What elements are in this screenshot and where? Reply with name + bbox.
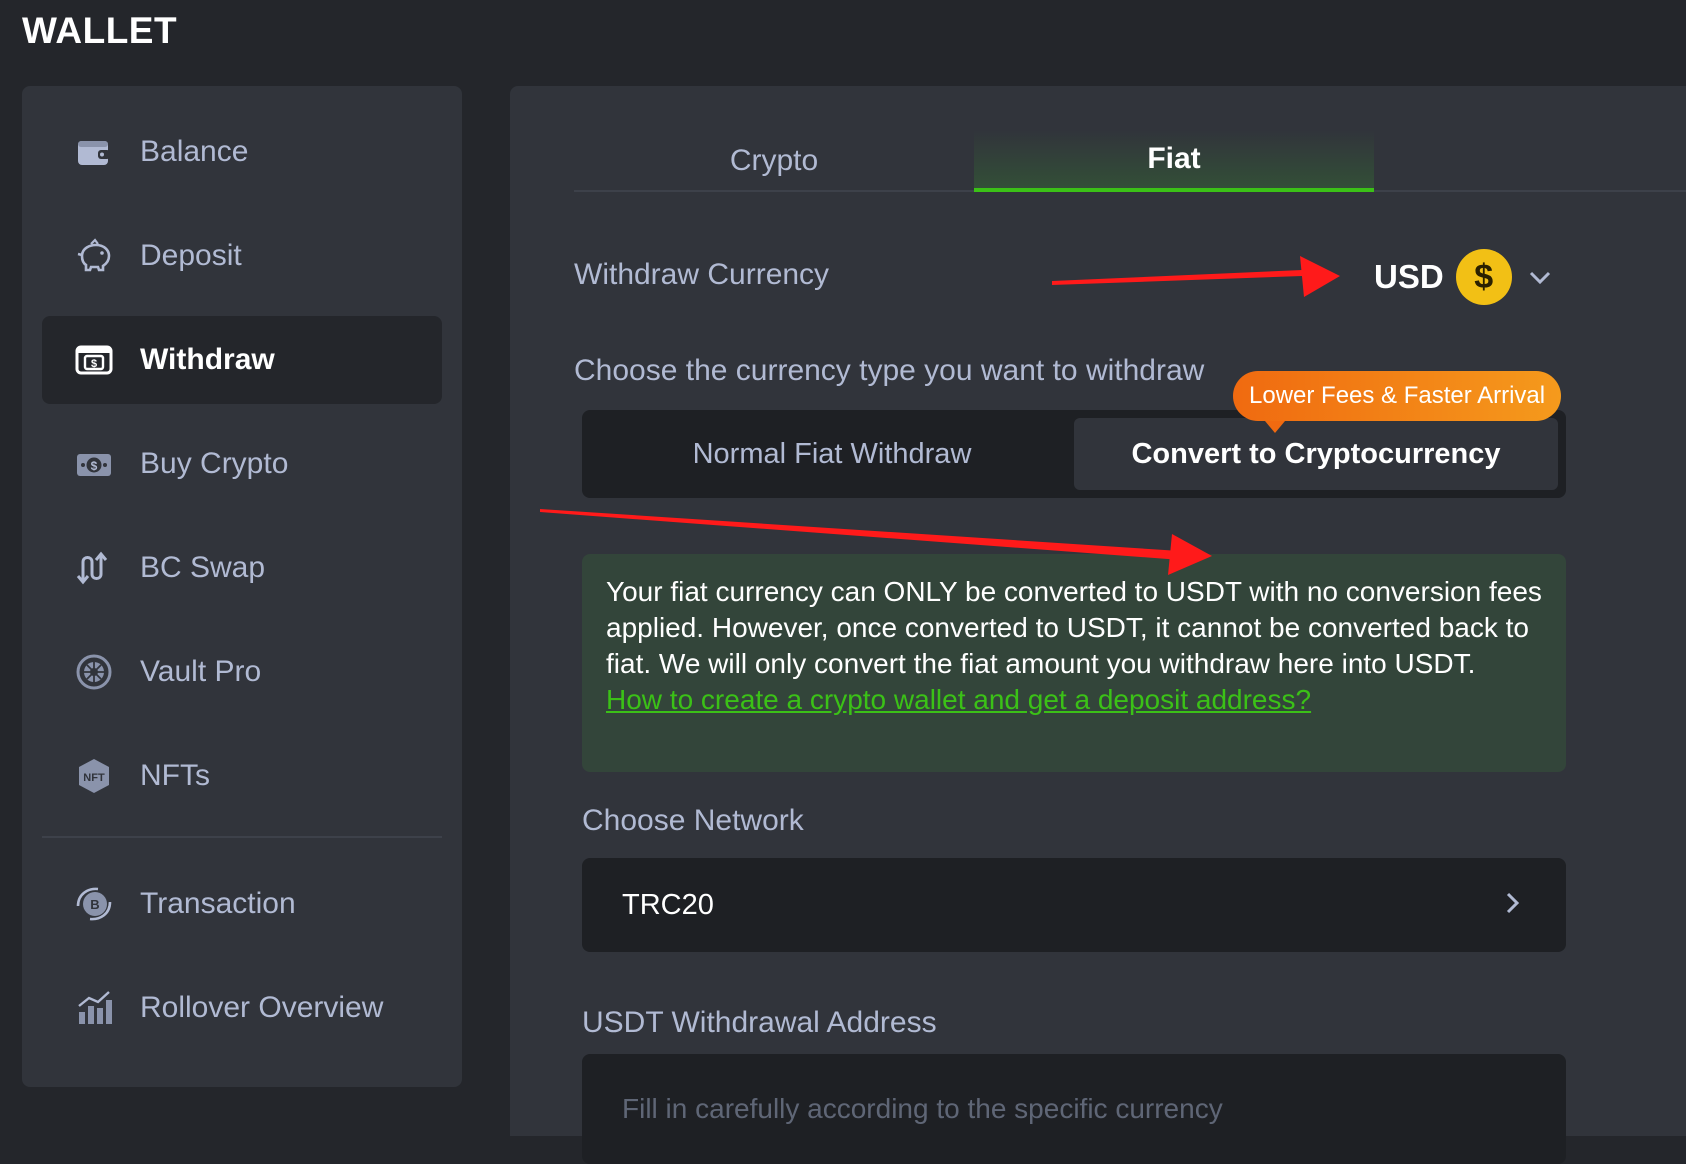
tab-crypto[interactable]: Crypto — [574, 130, 974, 192]
withdrawal-address-label: USDT Withdrawal Address — [582, 1006, 937, 1039]
banknote-icon: $ — [74, 444, 114, 484]
tab-fiat[interactable]: Fiat — [974, 130, 1374, 192]
sidebar-item-withdraw[interactable]: $ Withdraw — [42, 316, 442, 404]
svg-text:NFT: NFT — [83, 772, 105, 784]
sidebar-item-rollover-overview[interactable]: Rollover Overview — [42, 964, 442, 1052]
sidebar-item-label: Rollover Overview — [140, 991, 384, 1024]
withdrawal-address-input[interactable] — [582, 1054, 1566, 1164]
sidebar: Balance Deposit $ Withdraw $ Buy Crypto … — [22, 86, 462, 1087]
sidebar-item-label: NFTs — [140, 759, 210, 792]
bar-chart-icon — [74, 988, 114, 1028]
sidebar-item-label: Vault Pro — [140, 655, 262, 688]
withdraw-panel: Crypto Fiat Withdraw Currency USD $ Choo… — [510, 86, 1686, 1164]
conversion-info-text: Your fiat currency can ONLY be converted… — [606, 576, 1542, 679]
sidebar-item-transaction[interactable]: B Transaction — [42, 860, 442, 948]
sidebar-item-label: Transaction — [140, 887, 296, 920]
currency-type-switch: Normal Fiat Withdraw Convert to Cryptocu… — [582, 410, 1566, 498]
sidebar-item-deposit[interactable]: Deposit — [42, 212, 442, 300]
svg-text:B: B — [90, 897, 99, 912]
sidebar-item-label: Buy Crypto — [140, 447, 289, 480]
sidebar-item-buy-crypto[interactable]: $ Buy Crypto — [42, 420, 442, 508]
sidebar-item-nfts[interactable]: NFT NFTs — [42, 732, 442, 820]
normal-fiat-withdraw-option[interactable]: Normal Fiat Withdraw — [590, 418, 1074, 490]
sidebar-item-balance[interactable]: Balance — [42, 108, 442, 196]
sidebar-item-label: BC Swap — [140, 551, 266, 584]
wallet-icon — [74, 132, 114, 172]
transaction-coin-icon: B — [74, 884, 114, 924]
withdraw-currency-label: Withdraw Currency — [574, 258, 830, 291]
sidebar-divider — [42, 836, 442, 838]
network-select[interactable]: TRC20 — [582, 858, 1566, 952]
create-wallet-help-link[interactable]: How to create a crypto wallet and get a … — [606, 684, 1311, 715]
tab-bar: Crypto Fiat — [574, 130, 1686, 192]
currency-type-label: Choose the currency type you want to wit… — [574, 354, 1205, 387]
chevron-right-icon — [1498, 889, 1526, 922]
currency-dropdown[interactable]: USD $ — [1374, 248, 1554, 306]
sidebar-item-bc-swap[interactable]: BC Swap — [42, 524, 442, 612]
swap-arrows-icon — [74, 548, 114, 588]
nft-icon: NFT — [74, 756, 114, 796]
chevron-down-icon — [1526, 263, 1554, 291]
svg-text:$: $ — [91, 358, 97, 370]
cash-register-icon: $ — [74, 340, 114, 380]
svg-text:$: $ — [91, 459, 98, 473]
vault-icon — [74, 652, 114, 692]
piggy-bank-icon — [74, 236, 114, 276]
network-value: TRC20 — [622, 888, 714, 921]
sidebar-item-label: Deposit — [140, 239, 242, 272]
currency-code: USD — [1374, 258, 1444, 295]
network-label: Choose Network — [582, 804, 804, 837]
dollar-coin-icon: $ — [1455, 249, 1512, 305]
page-title: WALLET — [22, 10, 178, 51]
sidebar-item-label: Withdraw — [140, 343, 275, 376]
conversion-info-box: Your fiat currency can ONLY be converted… — [582, 554, 1566, 772]
promo-badge: Lower Fees & Faster Arrival — [1233, 371, 1562, 433]
sidebar-item-vault-pro[interactable]: Vault Pro — [42, 628, 442, 716]
sidebar-item-label: Balance — [140, 135, 249, 168]
convert-to-crypto-option[interactable]: Convert to Cryptocurrency — [1074, 418, 1558, 490]
